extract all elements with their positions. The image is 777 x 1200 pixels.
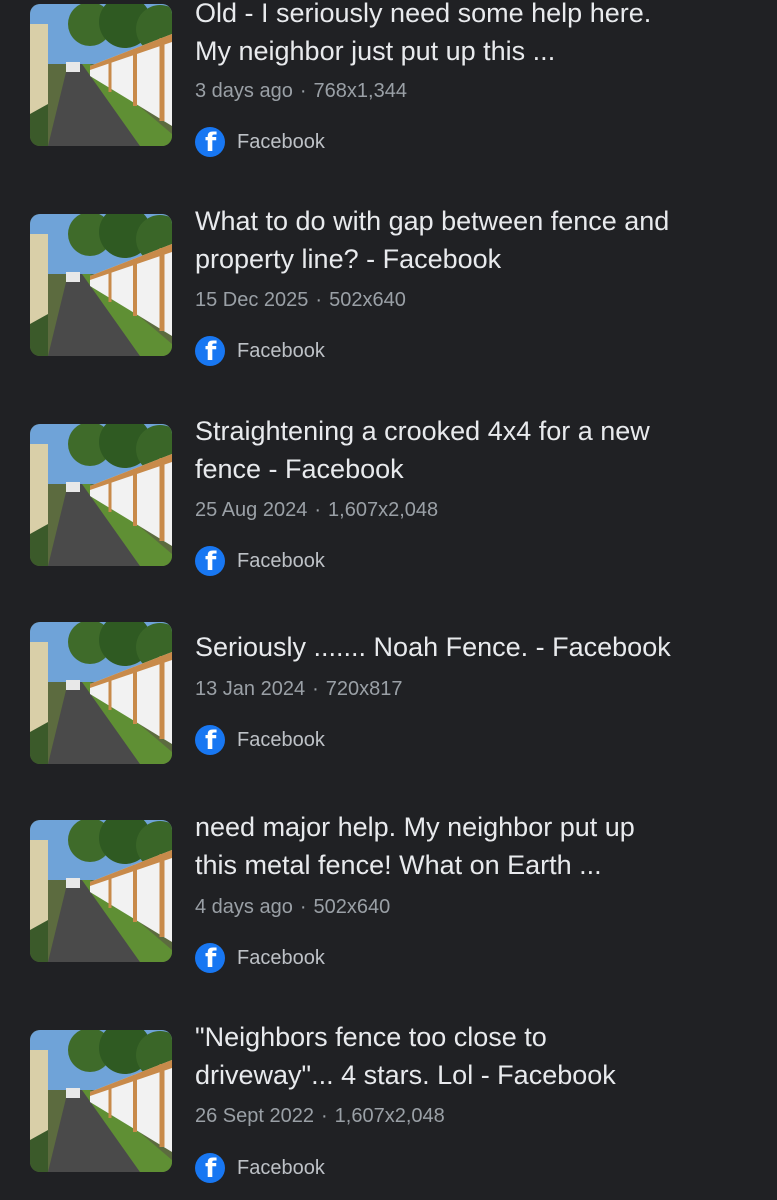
result-dimensions: 502x640 — [313, 896, 391, 918]
result-title[interactable]: What to do with gap between fence and pr… — [195, 202, 765, 278]
fence-driveway-image — [30, 820, 172, 962]
result-meta: 25 Aug 2024 · 1,607x2,048 — [195, 499, 439, 521]
result-date: 26 Sept 2022 — [195, 1105, 314, 1127]
result-meta: 15 Dec 2025 · 502x640 — [195, 289, 406, 311]
facebook-icon: f — [195, 336, 225, 367]
result-thumbnail[interactable] — [30, 4, 172, 146]
result-dimensions: 1,607x2,048 — [334, 1105, 445, 1127]
result-title[interactable]: "Neighbors fence too close to driveway".… — [195, 1018, 765, 1094]
result-meta: 4 days ago · 502x640 — [195, 896, 391, 918]
result-thumbnail[interactable] — [30, 214, 172, 356]
fence-driveway-image — [30, 424, 172, 566]
facebook-icon: f — [195, 943, 225, 974]
image-results-list: Old - I seriously need some help here. M… — [0, 0, 777, 1200]
result-date: 25 Aug 2024 — [195, 499, 308, 521]
fence-driveway-image — [30, 214, 172, 356]
result-item[interactable]: need major help. My neighbor put up this… — [0, 800, 777, 974]
result-source[interactable]: f Facebook — [195, 943, 325, 974]
result-dimensions: 720x817 — [325, 678, 403, 700]
facebook-icon: f — [195, 127, 225, 158]
result-date: 4 days ago — [195, 896, 293, 918]
result-source[interactable]: f Facebook — [195, 127, 325, 158]
result-thumbnail[interactable] — [30, 820, 172, 962]
result-source[interactable]: f Facebook — [195, 725, 325, 756]
fence-driveway-image — [30, 1030, 172, 1172]
result-title[interactable]: Seriously ....... Noah Fence. - Facebook — [195, 628, 765, 666]
result-dimensions: 502x640 — [329, 289, 406, 311]
fence-driveway-image — [30, 622, 172, 764]
result-source[interactable]: f Facebook — [195, 1153, 325, 1184]
facebook-icon: f — [195, 546, 225, 577]
result-meta: 3 days ago · 768x1,344 — [195, 80, 407, 102]
result-meta: 13 Jan 2024 · 720x817 — [195, 678, 403, 700]
result-thumbnail[interactable] — [30, 1030, 172, 1172]
facebook-icon: f — [195, 725, 225, 756]
result-dimensions: 768x1,344 — [313, 80, 407, 102]
result-item[interactable]: "Neighbors fence too close to driveway".… — [0, 1010, 777, 1184]
result-source[interactable]: f Facebook — [195, 546, 325, 577]
result-item[interactable]: What to do with gap between fence and pr… — [0, 196, 777, 367]
result-source[interactable]: f Facebook — [195, 336, 325, 367]
result-date: 3 days ago — [195, 80, 293, 102]
fence-driveway-image — [30, 4, 172, 146]
result-item[interactable]: Seriously ....... Noah Fence. - Facebook… — [0, 612, 777, 782]
result-date: 13 Jan 2024 — [195, 678, 306, 700]
result-dimensions: 1,607x2,048 — [328, 499, 439, 521]
result-item[interactable]: Straightening a crooked 4x4 for a new fe… — [0, 406, 777, 577]
result-meta: 26 Sept 2022 · 1,607x2,048 — [195, 1105, 445, 1127]
result-title[interactable]: need major help. My neighbor put up this… — [195, 808, 765, 884]
result-thumbnail[interactable] — [30, 424, 172, 566]
result-thumbnail[interactable] — [30, 622, 172, 764]
facebook-icon: f — [195, 1153, 225, 1184]
result-date: 15 Dec 2025 — [195, 289, 309, 311]
result-title[interactable]: Straightening a crooked 4x4 for a new fe… — [195, 412, 765, 488]
result-item[interactable]: Old - I seriously need some help here. M… — [0, 0, 777, 170]
result-title[interactable]: Old - I seriously need some help here. M… — [195, 0, 765, 70]
